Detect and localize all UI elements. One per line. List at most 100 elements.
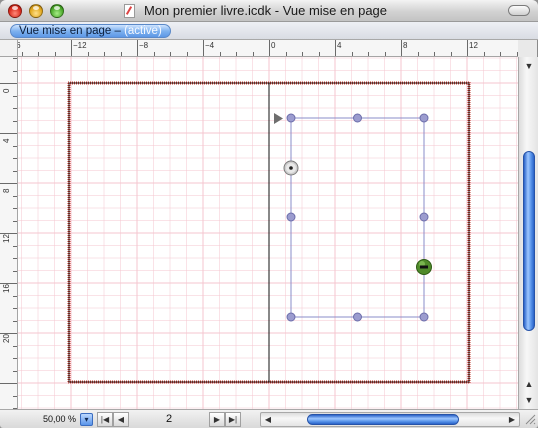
horizontal-scrollbar[interactable]: ◀ ▶ (260, 412, 520, 427)
ruler-tick (0, 183, 17, 184)
ruler-tick (13, 58, 17, 59)
ruler-tick (269, 40, 270, 56)
ruler-tick (13, 245, 17, 247)
tab-label: Vue mise en page – (19, 25, 121, 37)
ruler-tick (13, 158, 17, 159)
ruler-tick (13, 195, 17, 197)
vertical-scrollbar[interactable]: ▼ ▲ ▼ (518, 57, 538, 409)
scroll-left-icon[interactable]: ◀ (262, 414, 274, 425)
handle-middle-right[interactable] (419, 212, 429, 222)
ruler-tick (170, 52, 171, 56)
ruler-tick (104, 52, 105, 56)
ruler-tick (13, 308, 17, 309)
ruler-tick (0, 83, 17, 84)
ruler-label: 12 (469, 41, 478, 50)
ruler-label: 4 (2, 138, 11, 143)
vertical-ruler[interactable]: 0 4 8 12 16 20 (0, 57, 18, 409)
ruler-tick (13, 70, 17, 72)
toolbar-toggle-button[interactable] (508, 5, 530, 16)
ruler-tick (13, 370, 17, 372)
minimize-window-button[interactable] (29, 4, 43, 18)
frame-handles[interactable] (286, 113, 429, 322)
zoom-dropdown-button[interactable]: ▾ (80, 413, 93, 426)
ruler-tick (13, 395, 17, 397)
ruler-tick (384, 52, 386, 56)
view-tab-strip: Vue mise en page – (active) (0, 22, 538, 40)
ruler-tick (87, 52, 89, 56)
ruler-tick (417, 52, 419, 56)
ruler-tick (13, 145, 17, 147)
handle-bottom-middle[interactable] (353, 312, 362, 322)
title-bar[interactable]: Mon premier livre.icdk - Vue mise en pag… (0, 0, 538, 22)
ruler-tick (516, 52, 518, 56)
last-page-icon[interactable]: ▶| (225, 412, 241, 427)
anchor-arrow-icon[interactable] (274, 113, 283, 124)
ruler-tick (13, 295, 17, 297)
ruler-label: 0 (2, 88, 11, 93)
document-window: Mon premier livre.icdk - Vue mise en pag… (0, 0, 538, 428)
window-title: Mon premier livre.icdk - Vue mise en pag… (144, 3, 388, 18)
tab-state-label: (active) (124, 25, 162, 37)
tab-layout-view[interactable]: Vue mise en page – (active) (10, 24, 171, 38)
ruler-tick (13, 358, 17, 359)
first-page-icon[interactable]: |◀ (97, 412, 113, 427)
ruler-label: 0 (271, 41, 276, 50)
page-number[interactable]: 2 (166, 413, 172, 425)
ruler-tick (13, 345, 17, 347)
layout-canvas[interactable] (18, 57, 518, 409)
ruler-tick (54, 52, 56, 56)
scroll-up-icon-bottom[interactable]: ▲ (522, 377, 536, 391)
status-bar: 50,00 % ▾ |◀ ◀ 2 ▶ ▶| ◀ ▶ (0, 409, 538, 428)
ruler-tick (434, 52, 435, 56)
ruler-label: 16 (2, 284, 11, 293)
ruler-corner (0, 40, 18, 57)
ruler-tick (13, 108, 17, 109)
ruler-tick (13, 120, 17, 122)
previous-page-icon[interactable]: ◀ (113, 412, 129, 427)
ruler-tick (38, 52, 39, 56)
ruler-label: 8 (2, 188, 11, 193)
scroll-up-icon[interactable]: ▼ (522, 59, 536, 73)
ruler-tick (351, 52, 353, 56)
selected-frame[interactable] (290, 117, 425, 318)
link-out-icon[interactable] (416, 259, 432, 275)
ruler-tick (219, 52, 221, 56)
ruler-tick (137, 40, 138, 56)
resize-grip-icon[interactable] (524, 413, 536, 425)
canvas-drawing (18, 57, 518, 409)
zoom-window-button[interactable] (50, 4, 64, 18)
ruler-tick (335, 40, 336, 56)
vertical-scroll-thumb[interactable] (523, 151, 535, 331)
ruler-tick (236, 52, 237, 56)
document-proxy-icon[interactable] (124, 4, 135, 18)
ruler-tick (13, 208, 17, 209)
ruler-tick (153, 52, 155, 56)
ruler-tick (71, 40, 72, 56)
ruler-tick (252, 52, 254, 56)
handle-top-right[interactable] (419, 113, 429, 123)
handle-middle-left[interactable] (286, 212, 296, 222)
zoom-level[interactable]: 50,00 % (43, 414, 76, 424)
ruler-label: −4 (205, 41, 215, 50)
ruler-tick (302, 52, 303, 56)
handle-top-middle[interactable] (353, 113, 362, 123)
horizontal-ruler[interactable]: −16−12−8−40481216 (18, 40, 518, 57)
scroll-down-icon[interactable]: ▼ (522, 393, 536, 407)
ruler-label: −8 (139, 41, 149, 50)
close-window-button[interactable] (8, 4, 22, 18)
horizontal-scroll-thumb[interactable] (307, 414, 459, 425)
next-page-icon[interactable]: ▶ (209, 412, 225, 427)
ruler-label: 20 (2, 334, 11, 343)
ruler-tick (13, 95, 17, 97)
rotation-handle-icon[interactable] (283, 160, 299, 176)
handle-bottom-right[interactable] (419, 312, 429, 322)
page-grid (18, 57, 518, 409)
ruler-tick (13, 320, 17, 322)
ruler-tick (450, 52, 452, 56)
scroll-right-icon[interactable]: ▶ (506, 414, 518, 425)
ruler-tick (13, 170, 17, 172)
ruler-tick (467, 40, 468, 56)
handle-top-left[interactable] (286, 113, 296, 123)
ruler-tick (120, 52, 122, 56)
handle-bottom-left[interactable] (286, 312, 296, 322)
